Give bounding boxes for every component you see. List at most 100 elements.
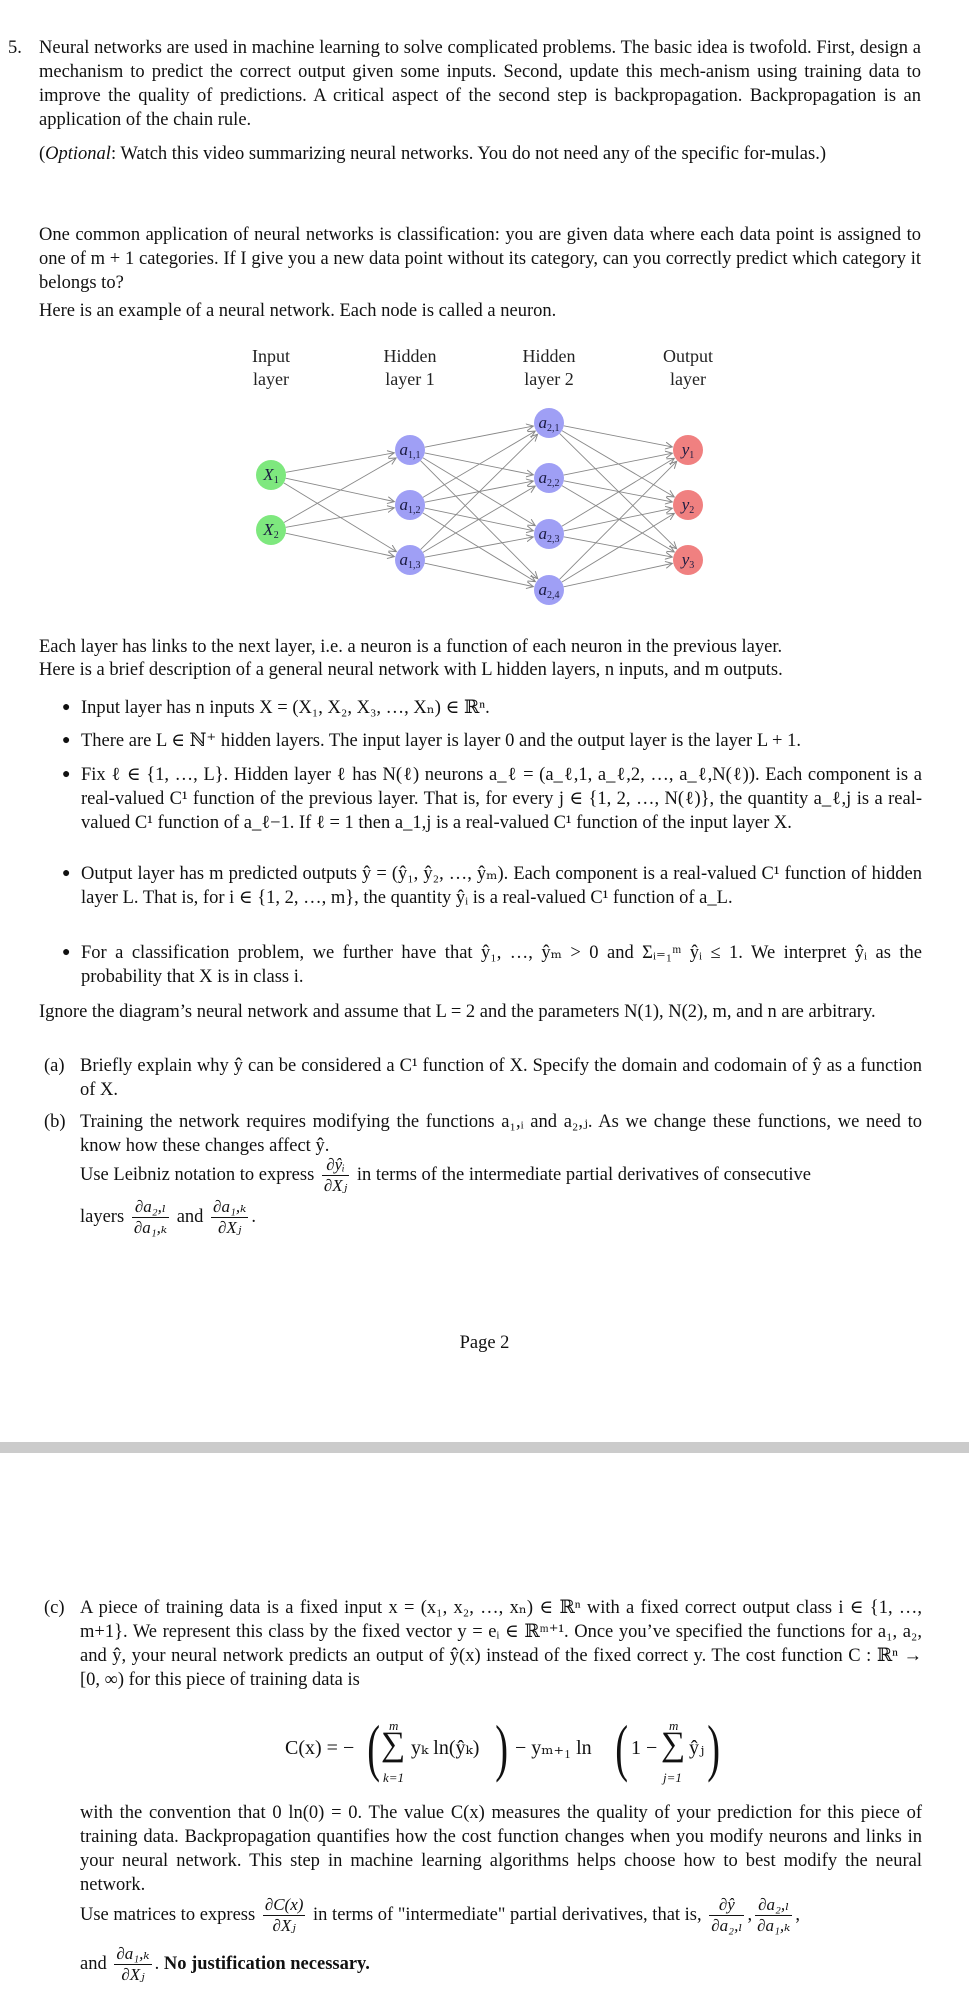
bullet-text: Output layer has m predicted outputs ŷ =…	[81, 864, 922, 908]
neuron-node: a2,1	[534, 408, 564, 438]
network-edge	[424, 537, 534, 558]
problem-number: 5.	[8, 38, 22, 58]
fraction-numerator: ∂C(x)	[262, 1895, 306, 1916]
description-line-2: Here is a brief description of a general…	[39, 660, 783, 680]
network-edge	[420, 434, 538, 550]
neuron-node: X2	[256, 515, 286, 545]
fraction-denominator: ∂a₁,ₖ	[133, 1218, 168, 1237]
bullet-text: Fix ℓ ∈ {1, …, L}. Hidden layer ℓ has N(…	[81, 765, 922, 833]
sum2-sigma: ∑	[661, 1726, 686, 1763]
sum1-lower: k=1	[383, 1770, 405, 1785]
assumption-paragraph: Ignore the diagram’s neural network and …	[39, 1002, 876, 1022]
network-edge	[563, 508, 673, 532]
optional-note: (Optional: Watch this video summarizing …	[39, 144, 826, 164]
layer-title: Output	[663, 346, 713, 366]
part-b-layers-line: layers ∂a₂,ₗ ∂a₁,ₖ and ∂a₁,ₖ ∂Xⱼ.	[80, 1197, 256, 1238]
layer-subtitle: layer 1	[385, 369, 434, 389]
neuron-node: a1,3	[395, 545, 425, 575]
page-number: Page 2	[459, 1333, 510, 1353]
bullet-dot: ●	[62, 700, 71, 715]
network-edge	[285, 532, 395, 556]
part-a-text: Briefly explain why ŷ can be considered …	[80, 1056, 922, 1100]
network-edge	[561, 485, 674, 552]
part-c-text: A piece of training data is a fixed inpu…	[80, 1598, 922, 1690]
part-c-label: (c)	[44, 1598, 65, 1618]
layer-title: Hidden	[523, 346, 576, 366]
bullet-dot: ●	[62, 866, 71, 881]
network-edge	[563, 480, 673, 502]
fraction-da1-dx: ∂a₁,ₖ ∂Xⱼ	[211, 1197, 249, 1238]
network-edge	[283, 458, 396, 523]
network-edge	[422, 486, 535, 553]
left-paren-2: (	[615, 1712, 629, 1783]
neuron-node: a2,4	[534, 575, 564, 605]
fraction-denominator: ∂Xⱼ	[272, 1916, 296, 1935]
right-paren: )	[495, 1712, 509, 1783]
neuron-node: a1,2	[395, 490, 425, 520]
network-edge	[563, 425, 673, 447]
layer-subtitle: layer 2	[524, 369, 573, 389]
layer-subtitle: layer	[670, 369, 706, 389]
neuron-node: y3	[673, 545, 703, 575]
fraction-da2-da1: ∂a₂,ₗ ∂a₁,ₖ	[131, 1197, 170, 1238]
fraction-numerator: ∂a₁,ₖ	[114, 1944, 152, 1965]
part-c-matrices-mid: in terms of "intermediate" partial deriv…	[313, 1904, 702, 1925]
neuron-node: a2,3	[534, 519, 564, 549]
fraction-da2-da1: ∂a₂,ₗ ∂a₁,ₖ	[755, 1895, 793, 1936]
neuron-node: X1	[256, 460, 286, 490]
cost-function-formula: C(x) = − ( m ∑ k=1 yₖ ln(ŷₖ) ) − yₘ₊₁ ln…	[285, 1710, 725, 1800]
network-edge	[422, 431, 535, 498]
part-b-leibniz-pre: Use Leibniz notation to express	[80, 1164, 315, 1185]
network-edge	[563, 536, 673, 557]
fraction-denominator: ∂a₁,ₖ	[757, 1916, 791, 1935]
neuron-node: y2	[673, 490, 703, 520]
part-b-leibniz-post: in terms of the intermediate partial der…	[356, 1164, 811, 1185]
formula-minus-term: − yₘ₊₁ ln	[515, 1737, 592, 1759]
fraction-numerator: ∂a₂,ₗ	[131, 1197, 170, 1218]
problem-intro: Neural networks are used in machine lear…	[39, 38, 921, 130]
network-edge	[285, 453, 394, 473]
fraction-denominator: ∂Xⱼ	[323, 1176, 348, 1195]
neural-network-diagram: X1 X2 a1,1 a1,2 a1,3 a2,1 a2,2 a2,3 a2,4 y1 y2 y3 I…	[252, 346, 713, 605]
right-paren-2: )	[707, 1712, 721, 1783]
network-edge	[561, 458, 674, 527]
bullet-text: There are L ∈ ℕ⁺ hidden layers. The inpu…	[81, 731, 801, 751]
part-b-layers-pre: layers	[80, 1206, 125, 1227]
fraction-numerator: ∂a₁,ₖ	[211, 1197, 249, 1218]
part-c-and: and	[80, 1953, 107, 1974]
example-sentence: Here is an example of a neural network. …	[39, 301, 557, 321]
part-b-label: (b)	[44, 1112, 66, 1132]
fraction-denominator: ∂Xⱼ	[121, 1965, 145, 1984]
layer-title: Input	[252, 346, 290, 366]
formula-one-minus: 1 −	[631, 1737, 658, 1759]
bullet-text: Input layer has n inputs X = (X₁, X₂, X₃…	[81, 698, 490, 718]
bullet-dot: ●	[62, 767, 71, 782]
page-separator	[0, 1442, 969, 1453]
network-edge	[561, 513, 675, 583]
fraction-numerator: ∂ŷᵢ	[321, 1155, 350, 1176]
part-a-label: (a)	[44, 1056, 65, 1076]
neuron-node: a2,2	[534, 463, 564, 493]
optional-text: : Watch this video summarizing neural ne…	[110, 144, 826, 164]
bullet-text: For a classification problem, we further…	[81, 943, 922, 987]
neuron-node: a1,1	[395, 435, 425, 465]
bullet-dot: ●	[62, 733, 71, 748]
classification-paragraph: One common application of neural network…	[39, 225, 921, 293]
network-edge	[559, 461, 677, 580]
neuron-node: y1	[673, 435, 703, 465]
bullet-dot: ●	[62, 945, 71, 960]
fraction-numerator: ∂a₂,ₗ	[755, 1895, 793, 1916]
network-edge	[563, 563, 673, 588]
network-edge	[424, 562, 534, 586]
fraction-dyhat-dx: ∂ŷᵢ ∂Xⱼ	[321, 1155, 350, 1196]
network-edge	[285, 508, 394, 528]
sum2-term: ŷⱼ	[689, 1737, 705, 1759]
no-justification-note: No justification necessary.	[163, 1953, 370, 1974]
fraction-da1-dx: ∂a₁,ₖ ∂Xⱼ	[114, 1944, 152, 1985]
part-b-layers-mid: and	[176, 1206, 204, 1227]
fraction-numerator: ∂ŷ	[709, 1895, 745, 1916]
network-edge	[563, 453, 673, 476]
layer-subtitle: layer	[253, 369, 289, 389]
fraction-dc-dx: ∂C(x) ∂Xⱼ	[262, 1895, 306, 1936]
optional-label: Optional	[45, 144, 111, 164]
